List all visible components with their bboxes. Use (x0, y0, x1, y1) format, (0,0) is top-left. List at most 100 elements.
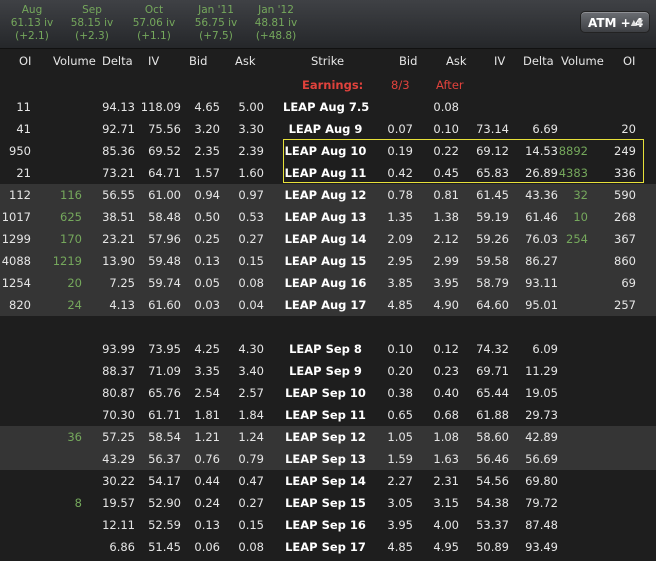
expiration-iv: 57.06 iv (132, 17, 176, 29)
col-header-put-ask[interactable]: Ask (446, 54, 467, 68)
option-row[interactable]: 93.99 73.95 4.25 4.30 LEAP Sep 8 0.10 0.12 74.3… (0, 338, 656, 360)
call-bid-cell: 2.54 (194, 386, 220, 400)
col-header-put-volume[interactable]: Volume (561, 54, 604, 68)
option-row[interactable]: 112 116 56.55 61.00 0.94 0.97 LEAP Aug 12 0.78 0… (0, 184, 656, 206)
expiration-label: Sep (82, 4, 102, 16)
put-bid-cell: 2.09 (387, 232, 413, 246)
call-delta-cell: 19.57 (102, 496, 135, 510)
put-delta-cell: 87.48 (525, 518, 558, 532)
option-row[interactable]: 8 19.57 52.90 0.24 0.27 LEAP Sep 15 3.05 3.15 54… (0, 492, 656, 514)
call-oi-cell: 1254 (1, 276, 31, 290)
option-row[interactable]: 41 92.71 75.56 3.20 3.30 LEAP Aug 9 0.07 0.10 73… (0, 118, 656, 140)
col-header-call-ask[interactable]: Ask (235, 54, 256, 68)
option-row[interactable]: 21 73.21 64.71 1.57 1.60 LEAP Aug 11 0.42 0.45 6… (0, 162, 656, 184)
call-iv-cell: 52.90 (148, 496, 181, 510)
col-header-call-iv[interactable]: IV (148, 54, 159, 68)
put-volume-cell: 32 (573, 188, 588, 202)
col-header-put-delta[interactable]: Delta (523, 54, 554, 68)
expiration-iv-change: (+48.8) (255, 30, 297, 42)
put-ask-cell: 3.15 (433, 496, 459, 510)
put-bid-cell: 1.05 (387, 430, 413, 444)
expiration-jan-12[interactable]: Jan '12 48.81 iv (+48.8) (248, 4, 304, 43)
option-row[interactable]: 1254 20 7.25 59.74 0.05 0.08 LEAP Aug 16 3.85 3.… (0, 272, 656, 294)
put-iv-cell: 54.56 (476, 474, 509, 488)
call-volume-cell: 1219 (52, 254, 82, 268)
put-oi-cell: 336 (614, 166, 636, 180)
put-bid-cell: 1.35 (387, 210, 413, 224)
put-iv-cell: 50.89 (476, 540, 509, 554)
col-header-call-bid[interactable]: Bid (189, 54, 207, 68)
option-row[interactable]: 950 85.36 69.52 2.35 2.39 LEAP Aug 10 0.19 0.22… (0, 140, 656, 162)
put-delta-cell: 11.29 (525, 364, 558, 378)
call-delta-cell: 56.55 (102, 188, 135, 202)
call-ask-cell: 0.97 (238, 188, 264, 202)
option-row[interactable]: 43.29 56.37 0.76 0.79 LEAP Sep 13 1.59 1.63 56.… (0, 448, 656, 470)
call-bid-cell: 0.24 (194, 496, 220, 510)
option-row[interactable]: 36 57.25 58.54 1.21 1.24 LEAP Sep 12 1.05 1.08 5… (0, 426, 656, 448)
call-ask-cell: 0.27 (238, 496, 264, 510)
expiration-jan-11[interactable]: Jan '11 56.75 iv (+7.5) (188, 4, 244, 43)
expiration-sep[interactable]: Sep 58.15 iv (+2.3) (64, 4, 120, 43)
call-bid-cell: 2.35 (194, 144, 220, 158)
call-delta-cell: 57.25 (102, 430, 135, 444)
call-iv-cell: 51.45 (148, 540, 181, 554)
put-delta-cell: 69.80 (525, 474, 558, 488)
put-oi-cell: 590 (614, 188, 636, 202)
call-delta-cell: 7.25 (109, 276, 135, 290)
strike-cell: LEAP Sep 16 (285, 518, 366, 532)
option-row[interactable]: 30.22 54.17 0.44 0.47 LEAP Sep 14 2.27 2.31 54.… (0, 470, 656, 492)
spacer-row (0, 316, 656, 338)
strike-cell: LEAP Aug 10 (284, 144, 367, 158)
col-header-put-iv[interactable]: IV (494, 54, 505, 68)
col-header-call-delta[interactable]: Delta (102, 54, 133, 68)
call-delta-cell: 94.13 (102, 100, 135, 114)
put-volume-cell: 8892 (558, 144, 588, 158)
call-iv-cell: 61.60 (148, 298, 181, 312)
put-delta-cell: 76.03 (525, 232, 558, 246)
option-row[interactable]: 70.30 61.71 1.81 1.84 LEAP Sep 11 0.65 0.68 61.… (0, 404, 656, 426)
put-iv-cell: 74.32 (476, 342, 509, 356)
put-ask-cell: 0.12 (433, 342, 459, 356)
atm-strikes-dropdown[interactable]: ATM + 4 ▲▼ (580, 11, 650, 33)
option-row[interactable]: 1017 625 38.51 58.48 0.50 0.53 LEAP Aug 13 1.35… (0, 206, 656, 228)
expiration-oct[interactable]: Oct 57.06 iv (+1.1) (126, 4, 182, 43)
call-delta-cell: 23.21 (102, 232, 135, 246)
call-bid-cell: 0.13 (194, 254, 220, 268)
col-header-put-oi[interactable]: OI (623, 54, 635, 68)
call-volume-cell: 170 (60, 232, 82, 246)
option-row[interactable]: 6.86 51.45 0.06 0.08 LEAP Sep 17 4.85 4.95 50.8… (0, 536, 656, 558)
put-bid-cell: 2.95 (387, 254, 413, 268)
put-delta-cell: 26.89 (525, 166, 558, 180)
column-header-row: OI Volume Delta IV Bid Ask Strike Bid As… (0, 49, 656, 73)
earnings-timing: After (436, 78, 464, 92)
strike-cell: LEAP Sep 9 (289, 364, 362, 378)
option-row[interactable]: 80.87 65.76 2.54 2.57 LEAP Sep 10 0.38 0.40 65.… (0, 382, 656, 404)
call-delta-cell: 4.13 (109, 298, 135, 312)
col-header-call-volume[interactable]: Volume (53, 54, 96, 68)
call-iv-cell: 56.37 (148, 452, 181, 466)
col-header-strike[interactable]: Strike (311, 54, 344, 68)
call-bid-cell: 0.50 (194, 210, 220, 224)
put-delta-cell: 95.01 (525, 298, 558, 312)
expiration-aug[interactable]: Aug 61.13 iv (+2.1) (4, 4, 60, 43)
strike-cell: LEAP Aug 9 (288, 122, 363, 136)
call-ask-cell: 4.30 (238, 342, 264, 356)
put-delta-cell: 42.89 (525, 430, 558, 444)
put-ask-cell: 4.00 (433, 518, 459, 532)
call-bid-cell: 1.21 (194, 430, 220, 444)
option-row[interactable]: 820 24 4.13 61.60 0.03 0.04 LEAP Aug 17 4.85 4.9… (0, 294, 656, 316)
option-row[interactable]: 11 94.13 118.09 4.65 5.00 LEAP Aug 7.5 0.08 (0, 96, 656, 118)
put-delta-cell: 86.27 (525, 254, 558, 268)
put-ask-cell: 4.95 (433, 540, 459, 554)
call-delta-cell: 43.29 (102, 452, 135, 466)
put-delta-cell: 14.53 (525, 144, 558, 158)
strike-cell: LEAP Aug 15 (284, 254, 367, 268)
option-row[interactable]: 12.11 52.59 0.13 0.15 LEAP Sep 16 3.95 4.00 53.… (0, 514, 656, 536)
col-header-put-bid[interactable]: Bid (399, 54, 417, 68)
option-row[interactable]: 88.37 71.09 3.35 3.40 LEAP Sep 9 0.20 0.23 69.7… (0, 360, 656, 382)
option-row[interactable]: 1299 170 23.21 57.96 0.25 0.27 LEAP Aug 14 2.09… (0, 228, 656, 250)
col-header-call-oi[interactable]: OI (19, 54, 31, 68)
call-ask-cell: 0.15 (238, 254, 264, 268)
call-volume-cell: 24 (67, 298, 82, 312)
option-row[interactable]: 4088 1219 13.90 59.48 0.13 0.15 LEAP Aug 15 2.9… (0, 250, 656, 272)
